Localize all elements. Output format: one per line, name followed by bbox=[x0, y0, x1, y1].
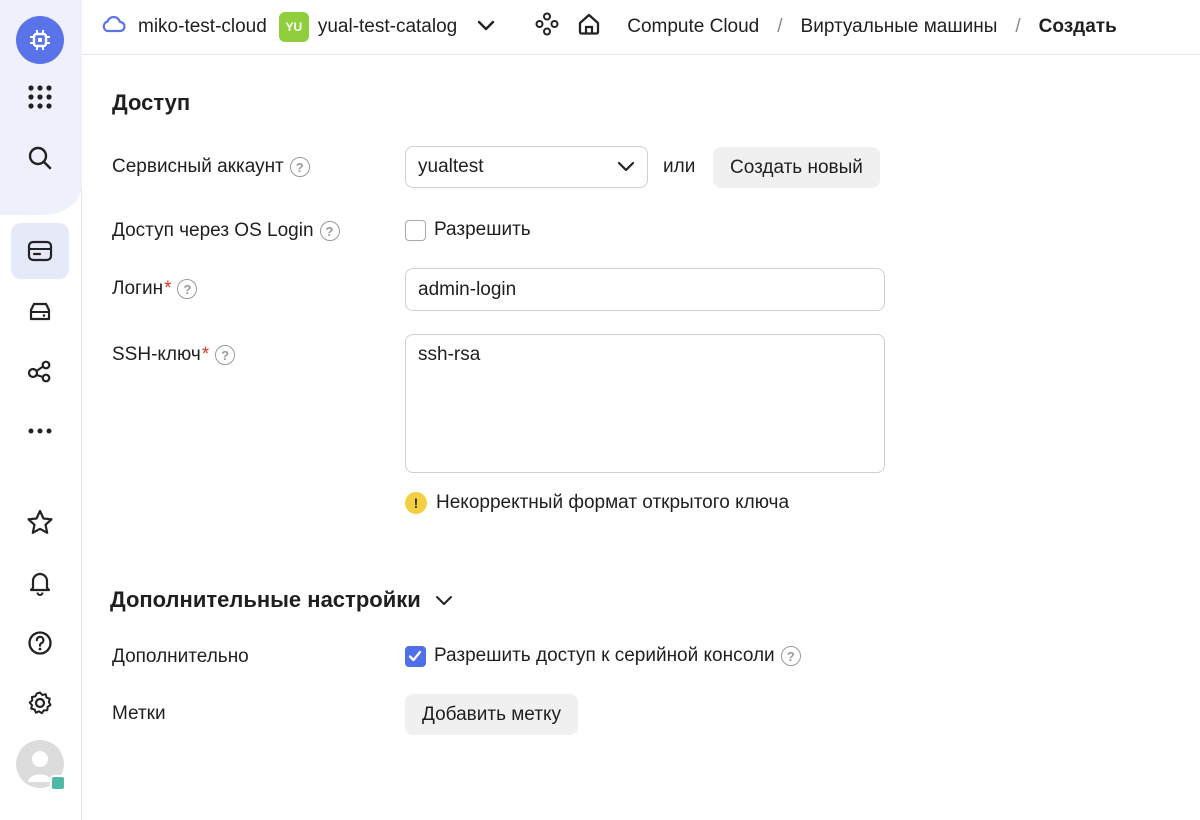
breadcrumb-current: Создать bbox=[1038, 16, 1117, 37]
network-icon[interactable] bbox=[11, 343, 69, 399]
account-badge-icon bbox=[50, 775, 66, 791]
extra-label: Дополнительно bbox=[112, 646, 249, 668]
service-account-label: Сервисный аккаунт ? bbox=[112, 156, 310, 178]
additional-settings-title: Дополнительные настройки bbox=[110, 587, 421, 612]
breadcrumb-separator: / bbox=[1015, 16, 1021, 37]
ssh-key-error-text: Некорректный формат открытого ключа bbox=[436, 492, 790, 513]
serial-console-checkbox[interactable] bbox=[405, 645, 426, 667]
extra-label-text: Дополнительно bbox=[112, 646, 249, 667]
os-login-label-text: Доступ через OS Login bbox=[112, 220, 314, 241]
ssh-key-textarea[interactable]: ssh-rsa bbox=[405, 334, 885, 473]
login-input[interactable]: admin-login bbox=[405, 268, 885, 311]
login-label-text: Логин bbox=[112, 278, 164, 299]
ssh-key-value: ssh-rsa bbox=[418, 344, 481, 365]
service-account-select[interactable]: yualtest bbox=[405, 146, 648, 188]
sidebar-logo-button[interactable] bbox=[11, 12, 69, 68]
folder-name[interactable]: yual-test-catalog bbox=[318, 16, 457, 38]
notifications-bell-icon[interactable] bbox=[11, 555, 69, 611]
search-icon[interactable] bbox=[11, 130, 69, 186]
or-text: или bbox=[663, 156, 696, 177]
help-icon[interactable]: ? bbox=[177, 279, 198, 299]
os-login-label: Доступ через OS Login ? bbox=[112, 220, 340, 242]
help-circle-icon[interactable] bbox=[11, 615, 69, 671]
breadcrumb-separator: / bbox=[777, 16, 783, 37]
add-label-button[interactable]: Добавить метку bbox=[405, 694, 578, 735]
os-login-checkbox-label[interactable]: Разрешить bbox=[434, 219, 531, 241]
additional-settings-header[interactable]: Дополнительные настройки bbox=[110, 587, 453, 613]
create-new-account-button[interactable]: Создать новый bbox=[713, 147, 880, 188]
ssh-key-label-text: SSH-ключ bbox=[112, 344, 201, 365]
access-section-title: Доступ bbox=[112, 90, 191, 115]
required-mark: * bbox=[201, 344, 210, 365]
disk-icon[interactable] bbox=[11, 284, 69, 340]
os-login-checkbox-row[interactable]: Разрешить bbox=[405, 219, 531, 241]
virtual-machines-icon[interactable] bbox=[11, 223, 69, 279]
service-account-value: yualtest bbox=[418, 156, 484, 177]
service-account-label-text: Сервисный аккаунт bbox=[112, 156, 284, 177]
ssh-key-error: ! Некорректный формат открытого ключа bbox=[405, 492, 789, 514]
serial-console-label[interactable]: Разрешить доступ к серийной консоли bbox=[434, 645, 775, 667]
labels-label: Метки bbox=[112, 703, 166, 725]
required-mark: * bbox=[164, 278, 172, 299]
sidebar bbox=[0, 0, 82, 820]
home-icon[interactable] bbox=[577, 12, 601, 42]
services-map-icon[interactable] bbox=[535, 12, 559, 42]
favorites-star-icon[interactable] bbox=[11, 494, 69, 550]
os-login-checkbox[interactable] bbox=[405, 219, 426, 241]
help-icon[interactable]: ? bbox=[780, 646, 801, 666]
chevron-down-icon[interactable] bbox=[435, 595, 453, 606]
serial-console-row[interactable]: Разрешить доступ к серийной консоли ? bbox=[405, 645, 801, 667]
warning-icon: ! bbox=[405, 492, 427, 514]
compute-chip-icon bbox=[16, 16, 64, 64]
login-label: Логин * ? bbox=[112, 278, 198, 300]
labels-label-text: Метки bbox=[112, 703, 166, 724]
all-services-icon[interactable] bbox=[11, 69, 69, 125]
main-content: Доступ Сервисный аккаунт ? yualtest или … bbox=[82, 56, 1200, 820]
top-header: miko-test-cloud YU yual-test-catalog Com… bbox=[82, 0, 1200, 55]
help-icon[interactable]: ? bbox=[319, 221, 340, 241]
ssh-key-label: SSH-ключ * ? bbox=[112, 344, 236, 366]
cloud-icon bbox=[100, 15, 126, 39]
chevron-down-icon[interactable] bbox=[477, 16, 495, 38]
breadcrumb-virtual-machines[interactable]: Виртуальные машины bbox=[801, 16, 998, 38]
more-icon[interactable] bbox=[11, 403, 69, 459]
settings-gear-icon[interactable] bbox=[11, 675, 69, 731]
help-icon[interactable]: ? bbox=[289, 157, 310, 177]
breadcrumb-compute-cloud[interactable]: Compute Cloud bbox=[627, 16, 759, 38]
chevron-down-icon bbox=[617, 156, 635, 178]
folder-badge: YU bbox=[278, 12, 309, 42]
help-icon[interactable]: ? bbox=[215, 345, 236, 365]
cloud-name[interactable]: miko-test-cloud bbox=[138, 16, 267, 38]
login-input-value: admin-login bbox=[418, 278, 517, 300]
